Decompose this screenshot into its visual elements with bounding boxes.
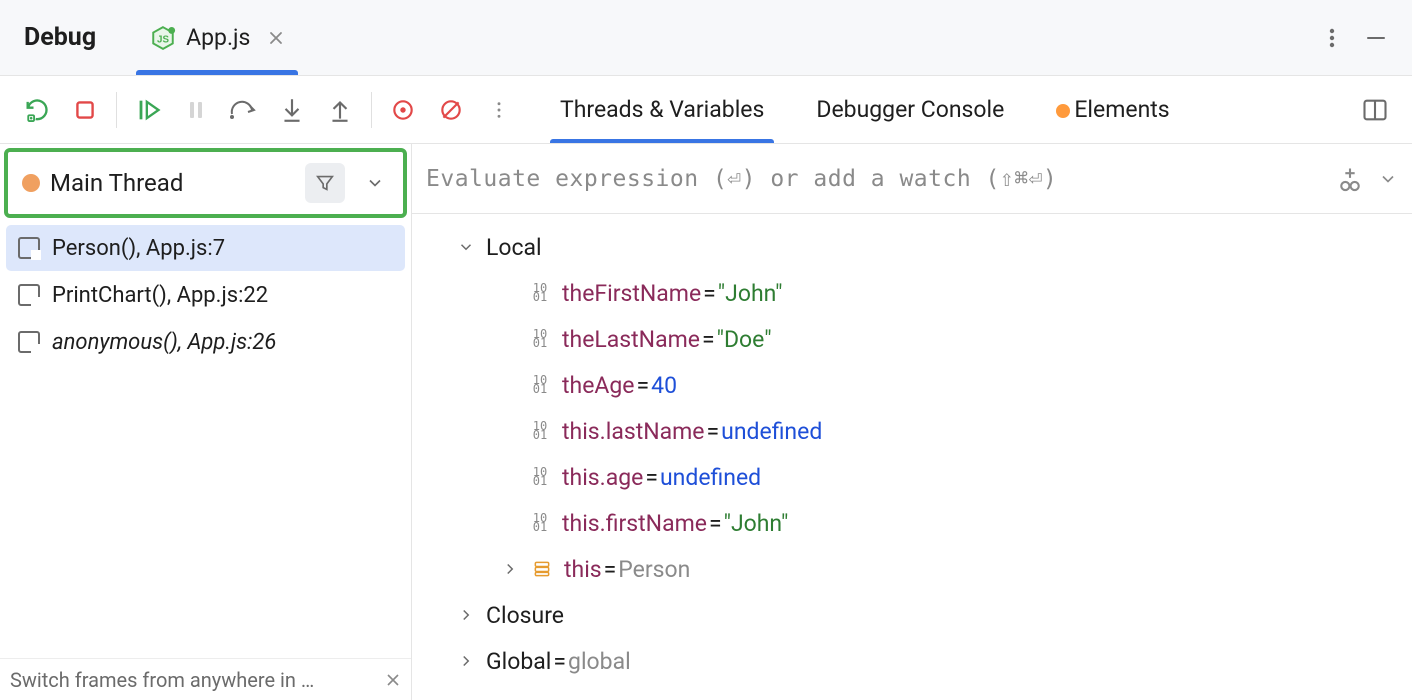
equals: = xyxy=(700,326,717,353)
variable-name: theFirstName xyxy=(562,280,701,307)
variable-row[interactable]: 1001 theAge = 40 xyxy=(412,362,1412,408)
chevron-right-icon xyxy=(452,606,480,624)
primitive-icon: 1001 xyxy=(528,422,552,440)
equals: = xyxy=(551,648,568,675)
primitive-icon: 1001 xyxy=(528,284,552,302)
object-icon xyxy=(530,559,554,579)
variable-value: "Doe" xyxy=(717,326,772,353)
frame-icon xyxy=(18,331,40,353)
stop-button[interactable] xyxy=(62,87,108,133)
file-tab[interactable]: JS App.js xyxy=(136,0,298,75)
hint-text: Switch frames from anywhere in … xyxy=(10,668,314,692)
mute-breakpoints-button[interactable] xyxy=(428,87,474,133)
variable-row[interactable]: 1001 this.firstName = "John" xyxy=(412,500,1412,546)
primitive-icon: 1001 xyxy=(528,330,552,348)
scope-closure[interactable]: Closure xyxy=(412,592,1412,638)
layout-toggle-button[interactable] xyxy=(1352,87,1398,133)
variable-this[interactable]: this = Person xyxy=(412,546,1412,592)
file-tab-label: App.js xyxy=(186,24,250,51)
scope-global-label: Global xyxy=(486,648,551,675)
rerun-button[interactable] xyxy=(14,87,60,133)
variable-name: this.age xyxy=(562,464,643,491)
chevron-down-icon xyxy=(452,238,480,256)
call-stack: Person(), App.js:7 PrintChart(), App.js:2… xyxy=(0,222,411,366)
nodejs-icon: JS xyxy=(150,25,176,51)
tab-elements[interactable]: Elements xyxy=(1052,76,1173,143)
scope-global-value: global xyxy=(568,648,631,675)
separator xyxy=(371,92,372,128)
tab-threads-variables[interactable]: Threads & Variables xyxy=(556,76,768,143)
update-indicator-icon xyxy=(1056,104,1070,118)
close-icon[interactable] xyxy=(268,30,284,46)
variable-name: this.firstName xyxy=(562,510,707,537)
variable-value: "John" xyxy=(724,510,789,537)
pause-button[interactable] xyxy=(173,87,219,133)
chevron-right-icon xyxy=(452,652,480,670)
variable-name: theAge xyxy=(562,372,635,399)
frame-label: PrintChart(), App.js:22 xyxy=(52,283,268,308)
chevron-down-icon[interactable] xyxy=(355,163,395,203)
stack-frame[interactable]: PrintChart(), App.js:22 xyxy=(6,272,405,318)
separator xyxy=(116,92,117,128)
hint-banner: Switch frames from anywhere in … xyxy=(0,658,411,700)
debug-title: Debug xyxy=(14,23,106,52)
filter-button[interactable] xyxy=(305,163,345,203)
scope-local[interactable]: Local xyxy=(412,224,1412,270)
equals: = xyxy=(602,556,619,583)
variable-name: this.lastName xyxy=(562,418,705,445)
equals: = xyxy=(701,280,718,307)
variable-row[interactable]: 1001 theFirstName = "John" xyxy=(412,270,1412,316)
more-vertical-icon[interactable] xyxy=(1310,16,1354,60)
frame-label: Person(), App.js:7 xyxy=(52,236,225,261)
chevron-down-icon[interactable] xyxy=(1378,169,1398,189)
variable-name: theLastName xyxy=(562,326,700,353)
scope-closure-label: Closure xyxy=(486,602,564,629)
equals: = xyxy=(705,418,722,445)
step-into-button[interactable] xyxy=(269,87,315,133)
frame-icon xyxy=(18,284,40,306)
thread-name: Main Thread xyxy=(50,169,295,197)
variable-value: "John" xyxy=(718,280,783,307)
equals: = xyxy=(707,510,724,537)
variable-value: undefined xyxy=(721,418,822,445)
primitive-icon: 1001 xyxy=(528,514,552,532)
stack-frame[interactable]: Person(), App.js:7 xyxy=(6,225,405,271)
view-breakpoints-button[interactable] xyxy=(380,87,426,133)
frame-label: anonymous(), App.js:26 xyxy=(52,330,276,355)
primitive-icon: 1001 xyxy=(528,468,552,486)
frame-icon xyxy=(18,237,40,259)
variable-row[interactable]: 1001 this.age = undefined xyxy=(412,454,1412,500)
step-over-button[interactable] xyxy=(221,87,267,133)
evaluate-expression-input[interactable]: Evaluate expression (⏎) or add a watch (… xyxy=(426,166,1322,192)
tab-elements-label: Elements xyxy=(1074,96,1169,123)
more-vertical-icon[interactable] xyxy=(476,87,522,133)
variable-value: 40 xyxy=(651,372,677,399)
close-icon[interactable] xyxy=(385,672,401,688)
variable-value: Person xyxy=(618,556,690,583)
variable-row[interactable]: 1001 this.lastName = undefined xyxy=(412,408,1412,454)
svg-text:JS: JS xyxy=(157,34,169,45)
equals: = xyxy=(635,372,652,399)
equals: = xyxy=(643,464,660,491)
primitive-icon: 1001 xyxy=(528,376,552,394)
add-watch-button[interactable] xyxy=(1336,165,1364,193)
tab-debugger-console[interactable]: Debugger Console xyxy=(812,76,1008,143)
variable-row[interactable]: 1001 theLastName = "Doe" xyxy=(412,316,1412,362)
variable-name: this xyxy=(564,556,602,583)
thread-status-icon xyxy=(22,174,40,192)
stack-frame[interactable]: anonymous(), App.js:26 xyxy=(6,319,405,365)
thread-selector[interactable]: Main Thread xyxy=(4,148,407,218)
variable-value: undefined xyxy=(660,464,761,491)
scope-global[interactable]: Global = global xyxy=(412,638,1412,684)
resume-button[interactable] xyxy=(125,87,171,133)
step-out-button[interactable] xyxy=(317,87,363,133)
scope-local-label: Local xyxy=(486,234,542,261)
chevron-right-icon xyxy=(496,560,524,578)
minimize-button[interactable] xyxy=(1354,16,1398,60)
